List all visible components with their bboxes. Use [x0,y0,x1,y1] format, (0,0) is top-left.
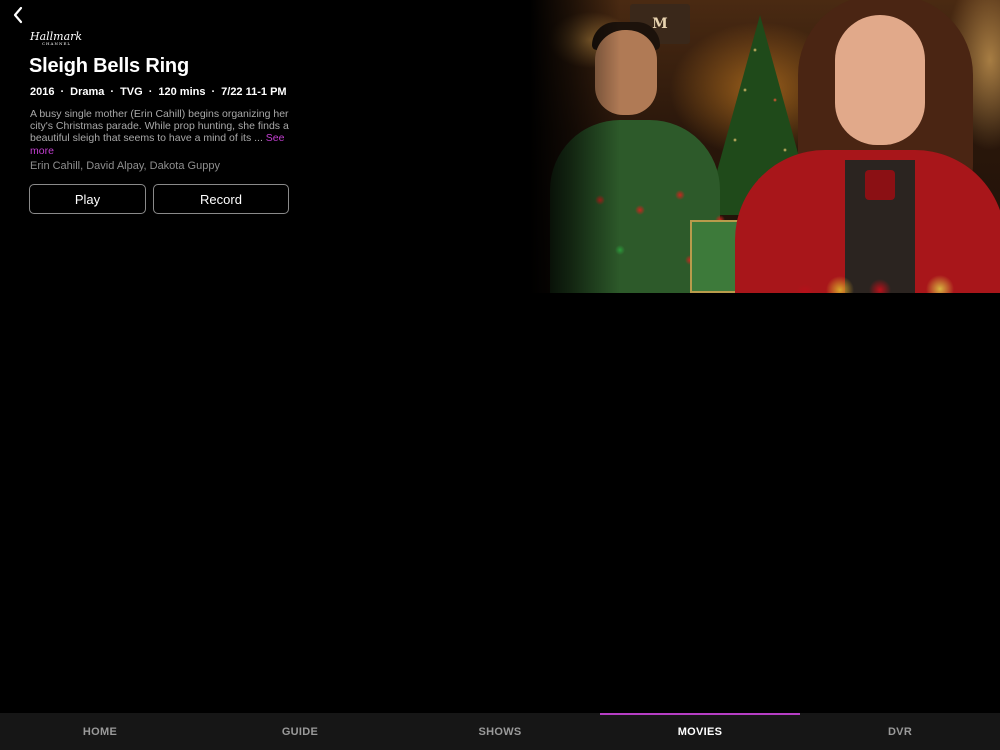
meta-rating: TVG [120,86,143,98]
meta-genre: Drama [70,86,105,98]
description-text: A busy single mother (Erin Cahill) begin… [30,108,289,145]
tab-movies[interactable]: MOVIES [600,713,800,750]
tab-shows[interactable]: SHOWS [400,713,600,750]
bottom-tab-bar: HOME GUIDE SHOWS MOVIES DVR [0,713,1000,750]
meta-airtime: 7/22 11-1 PM [221,86,287,98]
tab-guide[interactable]: GUIDE [200,713,400,750]
meta-separator: · [60,86,65,98]
meta-separator: · [211,86,216,98]
meta-separator: · [148,86,153,98]
program-cast: Erin Cahill, David Alpay, Dakota Guppy [30,160,220,172]
program-description: A busy single mother (Erin Cahill) begin… [30,108,298,157]
meta-separator: · [110,86,115,98]
page-title: Sleigh Bells Ring [29,55,189,77]
actor-woman-head [835,15,925,145]
actor-woman-bow [865,170,895,200]
program-meta: 2016 · Drama · TVG · 120 mins · 7/22 11-… [30,86,287,98]
hero-fade [530,0,620,293]
play-button[interactable]: Play [29,184,146,214]
ornaments [770,265,1000,293]
meta-duration: 120 mins [158,86,206,98]
back-button[interactable] [8,5,28,25]
meta-year: 2016 [30,86,55,98]
tab-dvr[interactable]: DVR [800,713,1000,750]
hero-image: M [530,0,1000,293]
chevron-left-icon [13,6,23,24]
record-button[interactable]: Record [153,184,289,214]
network-logo: Hallmark CHANNEL [30,31,82,46]
tab-home[interactable]: HOME [0,713,200,750]
